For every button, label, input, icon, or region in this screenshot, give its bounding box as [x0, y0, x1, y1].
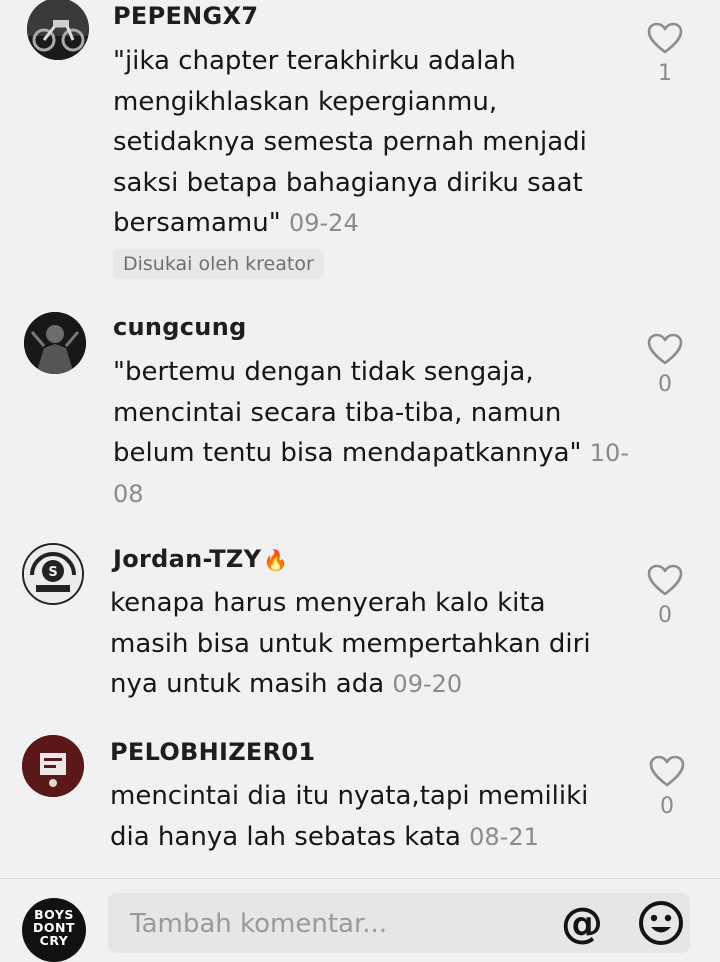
comment-text: "jika chapter terakhirku adalah mengikhl… [113, 46, 587, 238]
my-avatar[interactable]: BOYS DONT CRY [22, 898, 86, 962]
like-button[interactable]: 0 [647, 755, 687, 819]
comment-input-bar: BOYS DONT CRY @ [0, 878, 720, 962]
avatar-text-line: CRY [39, 933, 69, 948]
svg-text:S: S [48, 565, 57, 580]
comment-text: "bertemu dengan tidak sengaja, mencintai… [113, 357, 629, 508]
like-count: 0 [658, 603, 672, 628]
avatar[interactable] [27, 0, 89, 60]
comment-username[interactable]: cungcung [113, 313, 247, 341]
comment-input[interactable] [128, 901, 532, 947]
like-button[interactable]: 1 [645, 22, 685, 86]
heart-icon [647, 22, 683, 54]
like-count: 1 [658, 61, 672, 86]
motorbike-avatar-icon [27, 0, 89, 60]
comment-date: 08-21 [469, 822, 539, 851]
heart-icon [649, 755, 685, 787]
dark-figure-avatar-icon [24, 312, 86, 374]
avatar[interactable] [24, 312, 86, 374]
like-button[interactable]: 0 [645, 564, 685, 628]
like-count: 0 [658, 372, 672, 397]
like-button[interactable]: 0 [645, 333, 685, 397]
comment-input-container[interactable]: @ [108, 893, 690, 953]
comment-username[interactable]: Jordan-TZY 🔥 [113, 545, 289, 573]
smiley-icon [639, 901, 683, 945]
comment-text: mencintai dia itu nyata,tapi memiliki di… [110, 781, 589, 852]
comment-date: 09-20 [392, 670, 463, 698]
mention-button[interactable]: @ [559, 900, 605, 946]
comment-text: kenapa harus menyerah kalo kita masih bi… [110, 588, 591, 699]
emblem-avatar-icon: S [24, 545, 82, 603]
heart-icon [647, 333, 683, 365]
comment-username[interactable]: PELOBHIZER01 [110, 738, 315, 766]
emoji-button[interactable] [636, 898, 686, 948]
heart-icon [647, 564, 683, 596]
like-count: 0 [660, 794, 674, 819]
avatar[interactable] [22, 735, 84, 797]
avatar[interactable]: S [22, 543, 84, 605]
fire-badge-icon: 🔥 [263, 548, 289, 572]
comment-username[interactable]: PEPENGX7 [113, 2, 258, 30]
comment-date: 09-24 [288, 209, 359, 237]
liked-by-creator-badge: Disukai oleh kreator [113, 249, 324, 279]
red-logo-avatar-icon [22, 735, 84, 797]
